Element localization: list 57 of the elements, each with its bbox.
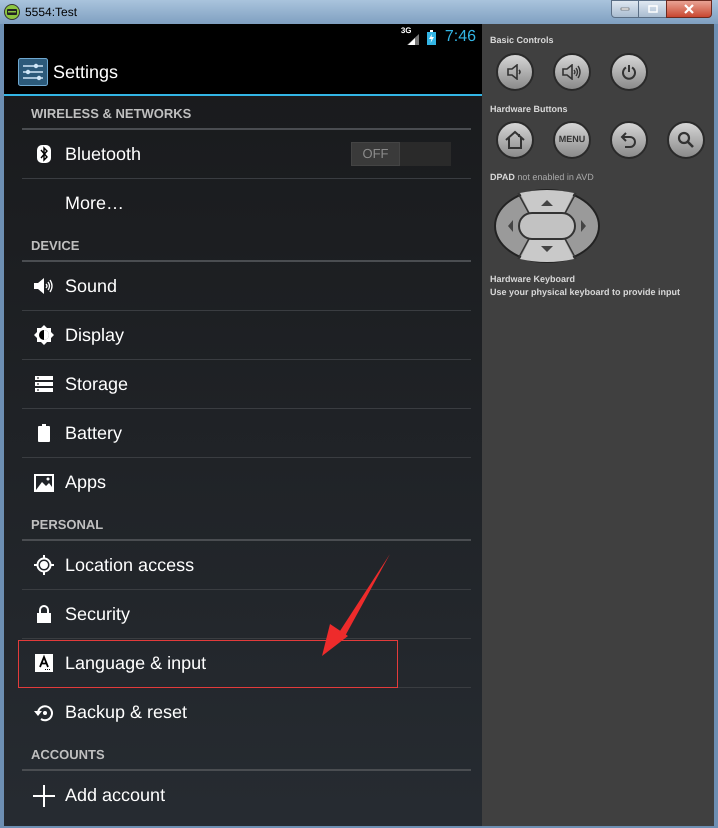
volume-down-button[interactable] — [496, 52, 534, 90]
close-icon — [683, 4, 695, 14]
setting-label[interactable]: Storage — [65, 370, 128, 398]
power-icon — [621, 64, 637, 80]
plus-icon — [32, 784, 54, 806]
keyboard-hint: Use your physical keyboard to provide input — [490, 286, 682, 299]
search-icon — [677, 131, 695, 149]
battery-icon — [426, 30, 436, 44]
section-header: ACCOUNTS — [31, 746, 105, 764]
storage-icon — [34, 376, 52, 392]
section-header: DEVICE — [31, 236, 80, 254]
settings-sliders-icon[interactable] — [18, 58, 48, 86]
section-label: Basic Controls — [490, 34, 555, 47]
minimize-icon — [620, 7, 630, 11]
setting-label[interactable]: Bluetooth — [65, 140, 142, 168]
setting-label[interactable]: Language & input — [65, 650, 206, 676]
menu-button[interactable]: MENU — [553, 121, 591, 159]
speaker-low-icon — [506, 64, 524, 80]
section-header: WIRELESS & NETWORKS — [31, 104, 192, 122]
section-header: PERSONAL — [31, 516, 104, 534]
bluetooth-icon — [36, 145, 50, 163]
setting-label[interactable]: Location access — [65, 552, 194, 578]
restore-icon — [34, 702, 54, 722]
keyboard-letter-icon — [34, 654, 52, 672]
brightness-icon — [34, 325, 54, 345]
setting-label[interactable]: Apps — [65, 469, 106, 496]
lock-icon — [36, 605, 52, 623]
speaker-icon — [32, 277, 54, 295]
setting-label[interactable]: More… — [65, 190, 124, 217]
setting-label[interactable]: Display — [65, 322, 124, 348]
clock: 7:46 — [444, 27, 476, 47]
section-label: Hardware Buttons — [490, 102, 569, 116]
section-label: Hardware Keyboard — [490, 272, 576, 286]
maximize-button[interactable] — [639, 0, 666, 18]
screen-title: Settings — [53, 60, 118, 84]
setting-label[interactable]: Add account — [65, 782, 166, 809]
setting-label[interactable]: Sound — [65, 272, 118, 300]
close-button[interactable] — [666, 0, 712, 18]
home-icon — [504, 130, 526, 150]
back-arrow-icon — [620, 131, 638, 149]
window-title: 5554:Test — [25, 4, 78, 21]
battery-icon — [38, 424, 50, 442]
picture-frame-icon — [34, 474, 54, 492]
setting-label[interactable]: Battery — [65, 420, 122, 446]
minimize-button[interactable] — [611, 0, 639, 18]
app-icon — [4, 4, 20, 20]
back-button[interactable] — [610, 121, 648, 159]
setting-label[interactable]: Security — [65, 600, 130, 628]
speaker-high-icon — [562, 64, 582, 80]
setting-label[interactable]: Backup & reset — [65, 699, 188, 726]
power-button[interactable] — [610, 52, 648, 90]
home-button[interactable] — [496, 121, 534, 159]
volume-up-button[interactable] — [553, 52, 591, 90]
dpad-status: DPAD not enabled in AVD — [490, 171, 595, 184]
crosshair-icon — [34, 555, 54, 575]
search-button[interactable] — [667, 121, 705, 159]
maximize-icon — [648, 5, 658, 13]
